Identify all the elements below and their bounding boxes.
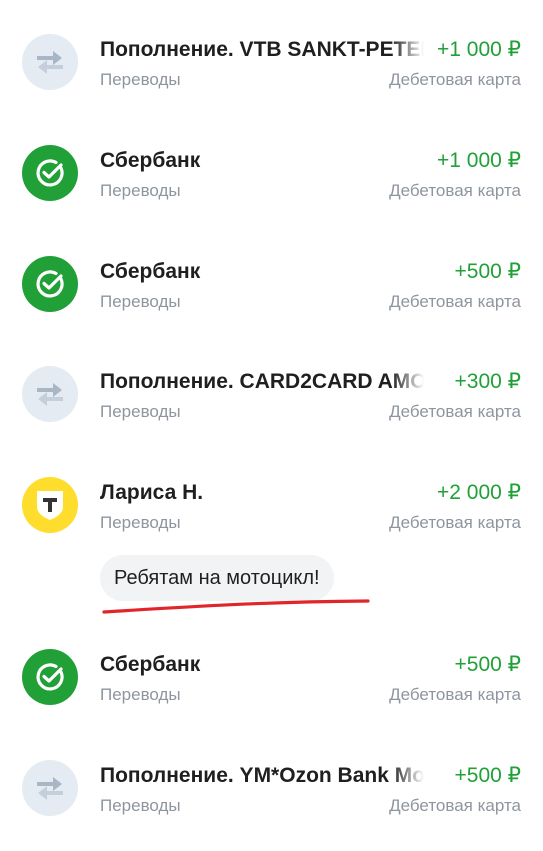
transaction-account: Дебетовая карта bbox=[389, 513, 521, 532]
sberbank-logo-icon bbox=[22, 649, 78, 705]
tbank-logo-icon bbox=[22, 477, 78, 533]
transaction-row[interactable]: Сбербанк +500 ₽ Переводы Дебетовая карта bbox=[0, 630, 543, 740]
transaction-amount: +500 ₽ bbox=[448, 652, 521, 678]
transaction-title: Сбербанк bbox=[100, 653, 201, 676]
transaction-category: Переводы bbox=[100, 685, 181, 704]
transaction-category: Переводы bbox=[100, 796, 181, 815]
transaction-category: Переводы bbox=[100, 292, 181, 311]
transaction-amount: +500 ₽ bbox=[448, 259, 521, 285]
transaction-amount: +300 ₽ bbox=[448, 369, 521, 395]
transaction-account: Дебетовая карта bbox=[389, 70, 521, 89]
transaction-account: Дебетовая карта bbox=[389, 685, 521, 704]
transaction-row[interactable]: Лариса Н. +2 000 ₽ Переводы Дебетовая ка… bbox=[0, 458, 543, 568]
transaction-amount: +1 000 ₽ bbox=[430, 37, 521, 63]
transaction-category: Переводы bbox=[100, 513, 181, 532]
red-underline-annotation bbox=[102, 599, 370, 614]
transaction-account: Дебетовая карта bbox=[389, 181, 521, 200]
transaction-comment: Ребятам на мотоцикл! bbox=[100, 555, 334, 601]
transaction-category: Переводы bbox=[100, 402, 181, 421]
transaction-title: Пополнение. YM*Ozon Bank Mos bbox=[100, 764, 424, 787]
transaction-title: Лариса Н. bbox=[100, 481, 204, 504]
transaction-account: Дебетовая карта bbox=[389, 292, 521, 311]
transaction-amount: +1 000 ₽ bbox=[430, 148, 521, 174]
transaction-title: Пополнение. CARD2CARD AMOB bbox=[100, 370, 424, 393]
sberbank-logo-icon bbox=[22, 256, 78, 312]
transfer-arrows-icon bbox=[22, 760, 78, 816]
sberbank-logo-icon bbox=[22, 145, 78, 201]
transaction-account: Дебетовая карта bbox=[389, 402, 521, 421]
transaction-category: Переводы bbox=[100, 70, 181, 89]
transaction-row[interactable]: Пополнение. CARD2CARD AMOB +300 ₽ Перево… bbox=[0, 347, 543, 457]
transaction-amount: +2 000 ₽ bbox=[430, 480, 521, 506]
transfer-arrows-icon bbox=[22, 366, 78, 422]
transaction-title: Пополнение. VTB SANKT-PETER bbox=[100, 38, 424, 61]
transaction-title: Сбербанк bbox=[100, 149, 201, 172]
transaction-row[interactable]: Пополнение. YM*Ozon Bank Mos +500 ₽ Пере… bbox=[0, 741, 543, 851]
transaction-row[interactable]: Сбербанк +500 ₽ Переводы Дебетовая карта bbox=[0, 237, 543, 347]
transaction-account: Дебетовая карта bbox=[389, 796, 521, 815]
transaction-title: Сбербанк bbox=[100, 260, 201, 283]
transaction-amount: +500 ₽ bbox=[448, 763, 521, 789]
transaction-category: Переводы bbox=[100, 181, 181, 200]
transfer-arrows-icon bbox=[22, 34, 78, 90]
transaction-row[interactable]: Сбербанк +1 000 ₽ Переводы Дебетовая кар… bbox=[0, 126, 543, 236]
transaction-row[interactable]: Пополнение. VTB SANKT-PETER +1 000 ₽ Пер… bbox=[0, 15, 543, 125]
